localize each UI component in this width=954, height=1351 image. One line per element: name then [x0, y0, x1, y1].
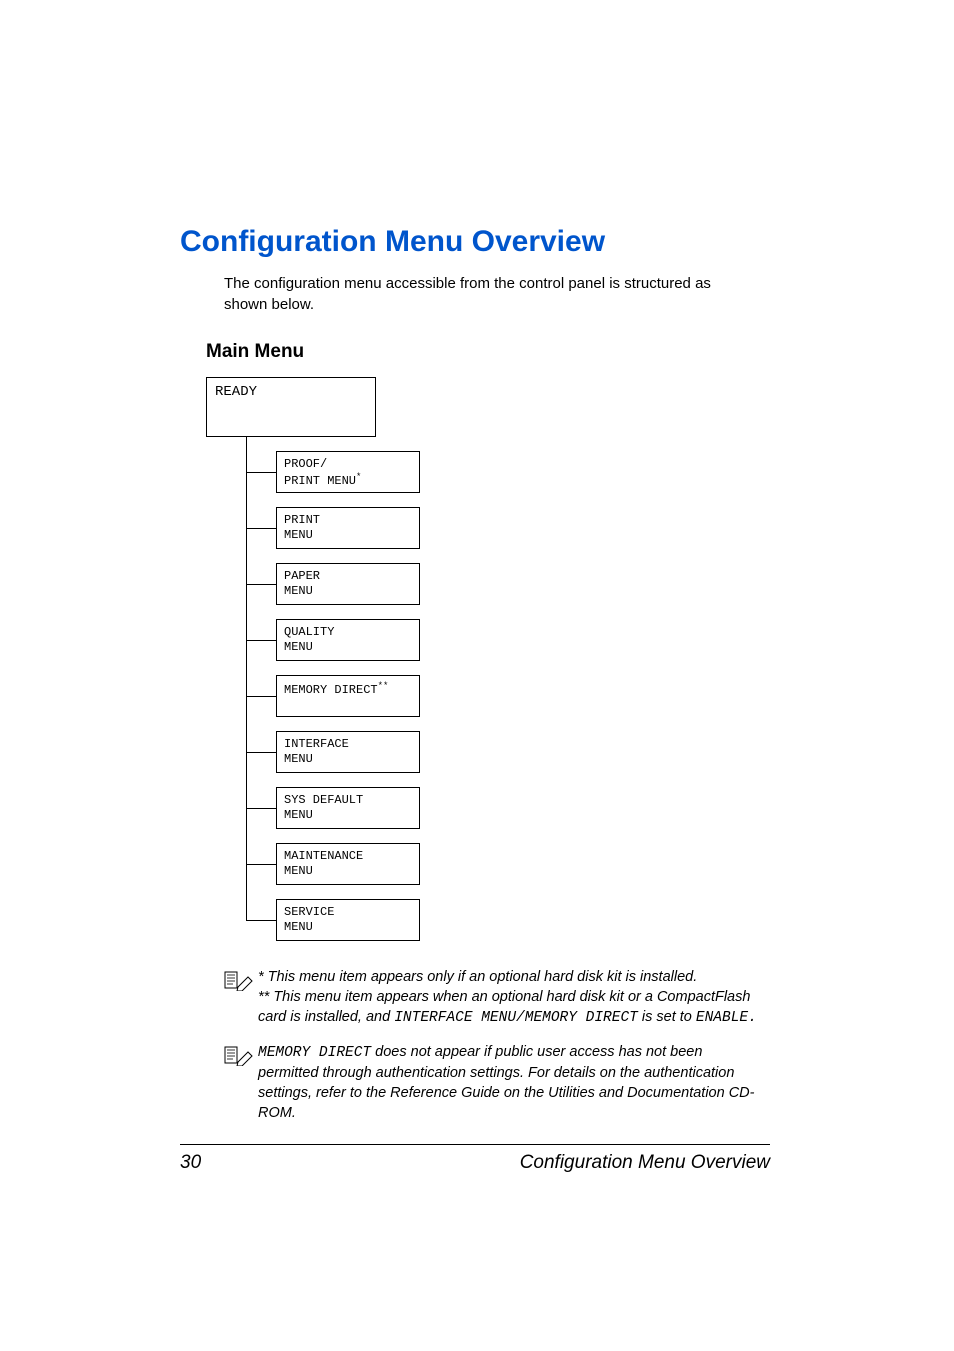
menu-item-line2: MENU [284, 808, 313, 822]
menu-item-line2: MENU [284, 920, 313, 934]
running-title: Configuration Menu Overview [520, 1152, 770, 1174]
tree-branch-line [246, 808, 276, 809]
note-2: MEMORY DIRECT does not appear if public … [224, 1042, 770, 1123]
ready-box: READY [206, 377, 376, 437]
menu-item-line2: MENU [284, 528, 313, 542]
menu-item-line2: MENU [284, 864, 313, 878]
footer-rule [180, 1144, 770, 1145]
note-1-line-a: * This menu item appears only if an opti… [258, 969, 697, 985]
page-number: 30 [180, 1152, 201, 1174]
menu-item-line1: PAPER [284, 569, 320, 583]
menu-item-line2: MENU [284, 640, 313, 654]
note-1-line-d: is set to [638, 1009, 696, 1025]
menu-item-line2: MENU [284, 584, 313, 598]
tree-branch-line [246, 696, 276, 697]
menu-item-line1: SERVICE [284, 905, 334, 919]
tree-branch-line [246, 528, 276, 529]
tree-branch-line [246, 920, 276, 921]
note-1-mono-path: INTERFACE MENU/MEMORY DIRECT [394, 1010, 638, 1026]
menu-tree-diagram: READY PROOF/PRINT MENU*PRINTMENUPAPERMEN… [206, 377, 770, 957]
tree-branch-line [246, 584, 276, 585]
menu-item-line2: MENU [284, 752, 313, 766]
note-1-mono-enable: ENABLE. [696, 1010, 757, 1026]
menu-item-box: PRINTMENU [276, 507, 420, 549]
footer: 30 Configuration Menu Overview [180, 1152, 770, 1174]
menu-item-line1: PRINT [284, 513, 320, 527]
menu-item-line2: PRINT MENU [284, 474, 356, 488]
menu-item-box: SYS DEFAULTMENU [276, 787, 420, 829]
tree-branch-line [246, 640, 276, 641]
menu-item-line1: SYS DEFAULT [284, 793, 363, 807]
intro-paragraph: The configuration menu accessible from t… [224, 273, 744, 315]
menu-item-box: PROOF/PRINT MENU* [276, 451, 420, 493]
menu-item-superscript: * [356, 472, 361, 482]
menu-item-box: INTERFACEMENU [276, 731, 420, 773]
note-icon [224, 1044, 258, 1071]
note-2-mono: MEMORY DIRECT [258, 1045, 371, 1061]
tree-branch-line [246, 864, 276, 865]
tree-branch-line [246, 752, 276, 753]
tree-branch-line [246, 472, 276, 473]
menu-item-line1: INTERFACE [284, 737, 349, 751]
section-heading-main-menu: Main Menu [206, 341, 770, 363]
menu-item-line1: PROOF/ [284, 457, 327, 471]
note-2-text: MEMORY DIRECT does not appear if public … [258, 1042, 764, 1123]
menu-item-line1: MEMORY DIRECT [284, 683, 378, 697]
page-title: Configuration Menu Overview [180, 225, 770, 259]
menu-item-box: PAPERMENU [276, 563, 420, 605]
menu-item-box: MAINTENANCEMENU [276, 843, 420, 885]
menu-item-box: MEMORY DIRECT** [276, 675, 420, 717]
menu-item-line1: QUALITY [284, 625, 334, 639]
menu-item-box: SERVICEMENU [276, 899, 420, 941]
menu-item-line1: MAINTENANCE [284, 849, 363, 863]
menu-item-box: QUALITYMENU [276, 619, 420, 661]
note-1-text: * This menu item appears only if an opti… [258, 967, 764, 1028]
tree-trunk-line [246, 437, 247, 920]
menu-item-superscript: ** [378, 681, 389, 691]
note-icon [224, 969, 258, 996]
note-1: * This menu item appears only if an opti… [224, 967, 770, 1028]
